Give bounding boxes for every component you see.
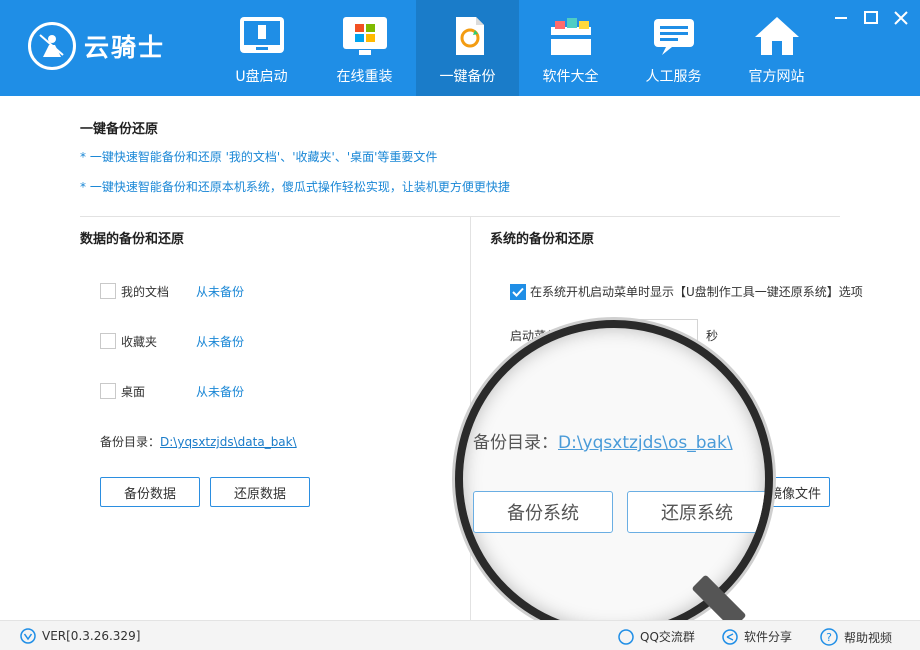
restore-data-button[interactable]: 还原数据 [210, 477, 310, 507]
tab-label: 一键备份 [439, 69, 496, 85]
intro-line: * 一键快速智能备份和还原本机系统，傻瓜式操作轻松实现，让装机更方便更快捷 [80, 180, 510, 194]
magnifier-lens: 备份目录：D:\yqsxtzjds\os_bak\ 备份系统 还原系统 [455, 320, 773, 638]
footer: VER[0.3.26.329] QQ交流群 软件分享 ? 帮助视频 [0, 620, 920, 650]
software-box-icon [550, 18, 591, 55]
help-video-link[interactable]: ? 帮助视频 [820, 628, 892, 646]
tab-customer-service[interactable]: 人工服务 [622, 0, 725, 96]
header: 云骑士 U盘启动 在线重装 一键备份 软件大全 人工服务 官方网站 [0, 0, 920, 96]
share-link[interactable]: 软件分享 [722, 628, 792, 645]
version-info: VER[0.3.26.329] [20, 628, 140, 644]
svg-text:?: ? [826, 631, 832, 644]
tab-label: 在线重装 [336, 69, 393, 85]
intro-line: * 一键快速智能备份和还原 '我的文档'、'收藏夹'、'桌面'等重要文件 [80, 150, 438, 164]
chat-service-icon [653, 19, 694, 55]
minimize-icon[interactable] [832, 10, 850, 26]
data-backup-title: 数据的备份和还原 [80, 232, 185, 247]
item-status: 从未备份 [196, 334, 245, 349]
qq-group-label: QQ交流群 [640, 630, 695, 644]
share-label: 软件分享 [744, 630, 793, 644]
main-nav: U盘启动 在线重装 一键备份 软件大全 人工服务 官方网站 [210, 0, 828, 96]
item-label: 桌面 [121, 384, 146, 399]
backup-refresh-icon [455, 17, 484, 55]
os-dir-link[interactable]: D:\yqsxtzjds\os_bak\ [558, 433, 733, 453]
knight-logo-icon [28, 22, 76, 70]
tab-official-site[interactable]: 官方网站 [725, 0, 828, 96]
help-label: 帮助视频 [844, 630, 893, 645]
tab-online-reinstall[interactable]: 在线重装 [313, 0, 416, 96]
item-label: 收藏夹 [121, 334, 158, 349]
windows-icon [342, 17, 387, 55]
home-icon [754, 17, 799, 55]
app-logo: 云骑士 [28, 20, 193, 72]
help-icon: ? [820, 628, 838, 646]
tab-one-click-backup[interactable]: 一键备份 [416, 0, 519, 96]
delay-unit: 秒 [706, 329, 719, 343]
tab-software[interactable]: 软件大全 [519, 0, 622, 96]
app-title: 云骑士 [84, 33, 166, 62]
tab-label: U盘启动 [235, 69, 288, 85]
item-label: 我的文档 [121, 284, 170, 299]
checkmark-icon [512, 287, 524, 297]
item-status: 从未备份 [196, 384, 245, 399]
data-dir-link[interactable]: D:\yqsxtzjds\data_bak\ [160, 435, 297, 449]
os-backup-dir: 备份目录：D:\yqsxtzjds\os_bak\ [473, 428, 733, 453]
share-icon [722, 628, 738, 645]
backup-data-button[interactable]: 备份数据 [100, 477, 200, 507]
version-check-icon [20, 628, 36, 644]
tab-usb-boot[interactable]: U盘启动 [210, 0, 313, 96]
desktop-checkbox[interactable] [100, 383, 116, 399]
boot-menu-option: 在系统开机启动菜单时显示【U盘制作工具一键还原系统】选项 [510, 283, 863, 300]
backup-item-favorites: 收藏夹 从未备份 [100, 331, 244, 351]
item-status: 从未备份 [196, 284, 245, 299]
close-icon[interactable] [892, 10, 910, 26]
backup-system-button[interactable]: 备份系统 [473, 491, 613, 533]
dir-label: 备份目录： [473, 433, 558, 453]
maximize-icon[interactable] [862, 10, 880, 26]
backup-item-documents: 我的文档 从未备份 [100, 281, 244, 301]
tab-label: 官方网站 [748, 69, 805, 85]
backup-item-desktop: 桌面 从未备份 [100, 381, 244, 401]
divider [80, 216, 840, 217]
qq-group-link[interactable]: QQ交流群 [618, 628, 695, 645]
tab-label: 软件大全 [542, 69, 599, 85]
version-text: VER[0.3.26.329] [42, 629, 141, 643]
system-backup-title: 系统的备份和还原 [490, 232, 595, 247]
favorites-checkbox[interactable] [100, 333, 116, 349]
option-text: 在系统开机启动菜单时显示【U盘制作工具一键还原系统】选项 [530, 285, 863, 299]
qq-icon [618, 628, 634, 645]
tab-label: 人工服务 [645, 69, 702, 85]
documents-checkbox[interactable] [100, 283, 116, 299]
usb-drive-icon [239, 17, 284, 53]
boot-menu-checkbox[interactable] [510, 283, 526, 300]
dir-label: 备份目录： [100, 435, 161, 449]
data-backup-dir: 备份目录：D:\yqsxtzjds\data_bak\ [100, 433, 297, 450]
intro-title: 一键备份还原 [80, 122, 159, 137]
restore-system-button[interactable]: 还原系统 [627, 491, 765, 533]
